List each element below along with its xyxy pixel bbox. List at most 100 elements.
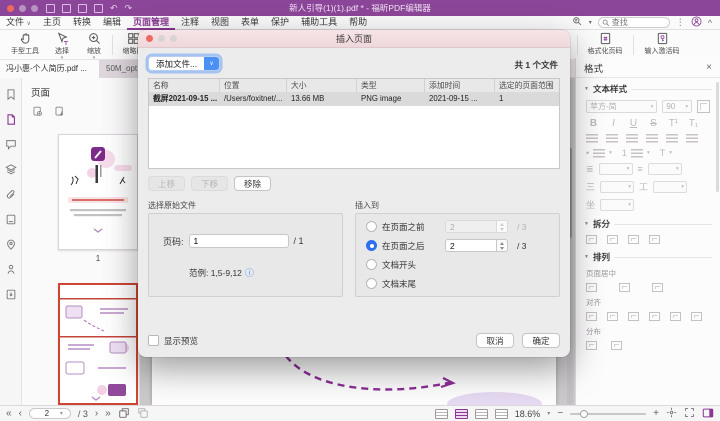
font-color-swatch[interactable] <box>697 100 710 113</box>
align-center-icon[interactable] <box>606 134 618 143</box>
add-file-dropdown-icon[interactable]: ∨ <box>204 57 219 70</box>
text-mark-caret-icon[interactable]: ▾ <box>669 150 672 156</box>
search-field[interactable] <box>598 17 670 28</box>
open-icon[interactable] <box>46 4 55 13</box>
menu-item-help[interactable]: 帮助 <box>343 16 373 30</box>
menu-item-edit[interactable]: 编辑 <box>97 16 127 30</box>
collapse-triangle-icon[interactable]: ▼ <box>584 221 589 227</box>
panel-scrollbar[interactable] <box>716 82 719 192</box>
collapse-toolbar-icon[interactable]: ^ <box>708 18 712 28</box>
more-options-icon[interactable]: ⋮ <box>676 17 685 28</box>
zoom-slider-knob[interactable] <box>580 410 588 418</box>
attachments-icon[interactable] <box>4 187 18 201</box>
previous-view-icon[interactable] <box>118 407 130 421</box>
menu-item-convert[interactable]: 转换 <box>67 16 97 30</box>
cancel-button[interactable]: 取消 <box>476 333 514 348</box>
source-page-input[interactable] <box>189 234 289 248</box>
current-page-input[interactable] <box>34 409 60 418</box>
print-icon[interactable] <box>78 4 87 13</box>
last-page-icon[interactable]: » <box>105 408 111 420</box>
indent-decrease-icon[interactable] <box>666 134 678 143</box>
zoom-caret-icon[interactable]: ▾ <box>547 410 550 417</box>
current-page-field[interactable]: ▾ <box>29 408 71 419</box>
save-icon[interactable] <box>62 4 71 13</box>
align-objects-vcenter-icon[interactable] <box>670 312 681 321</box>
distribute-horizontal-icon[interactable] <box>586 341 597 350</box>
align-objects-bottom-icon[interactable] <box>691 312 702 321</box>
align-objects-left-icon[interactable] <box>586 312 597 321</box>
split-rows-icon[interactable] <box>607 235 618 244</box>
space-before-input[interactable]: ▾ <box>600 181 634 193</box>
menu-item-page-management[interactable]: 页面管理 <box>127 16 175 30</box>
ok-button[interactable]: 确定 <box>522 333 560 348</box>
select-tool-button[interactable]: 选择 ▾ <box>48 32 76 60</box>
undo-icon[interactable]: ↶ <box>110 2 118 14</box>
font-family-select[interactable]: 苹方-简▾ <box>586 100 657 113</box>
line-spacing-input[interactable]: ▾ <box>599 163 633 175</box>
menu-item-file[interactable]: 文件 ∨ <box>0 16 37 30</box>
previous-page-icon[interactable]: ‹ <box>19 408 22 420</box>
column-header-name[interactable]: 名称 <box>149 79 220 92</box>
zoom-percentage[interactable]: 18.6% <box>515 409 541 419</box>
bold-button[interactable]: B <box>586 118 601 129</box>
dialog-close-button[interactable] <box>146 35 153 42</box>
underline-button[interactable]: U <box>626 118 641 129</box>
column-header-location[interactable]: 位置 <box>220 79 287 92</box>
radio-document-end[interactable] <box>366 278 377 289</box>
split-copy-icon[interactable] <box>628 235 639 244</box>
align-left-icon[interactable] <box>586 134 598 143</box>
align-right-icon[interactable] <box>626 134 638 143</box>
align-objects-top-icon[interactable] <box>649 312 660 321</box>
redo-icon[interactable]: ↷ <box>125 2 133 14</box>
column-header-added-time[interactable]: 添加时间 <box>425 79 495 92</box>
radio-before-page[interactable] <box>366 221 377 232</box>
baseline-offset-input[interactable]: ▾ <box>600 199 634 211</box>
subscript-button[interactable]: T₁ <box>686 118 701 129</box>
continuous-view-icon[interactable] <box>455 409 468 419</box>
move-down-button[interactable]: 下移 <box>191 176 228 191</box>
format-page-number-button[interactable]: 格式化页码 <box>582 32 628 56</box>
window-minimize-button[interactable] <box>19 5 26 12</box>
center-horizontal-icon[interactable] <box>586 283 597 292</box>
bookmarks-icon[interactable] <box>4 87 18 101</box>
align-justify-icon[interactable] <box>646 134 658 143</box>
collapse-triangle-icon[interactable]: ▼ <box>584 86 589 92</box>
show-preview-checkbox[interactable] <box>148 335 159 346</box>
panel-toggle-icon[interactable] <box>702 407 714 421</box>
menu-item-comment[interactable]: 注释 <box>175 16 205 30</box>
center-both-icon[interactable] <box>652 283 663 292</box>
page-thumbnail-2-selected[interactable] <box>58 283 138 405</box>
account-avatar-icon[interactable] <box>691 16 702 29</box>
remove-button[interactable]: 移除 <box>234 176 271 191</box>
layers-icon[interactable] <box>4 162 18 176</box>
page-settings-icon[interactable] <box>54 106 65 119</box>
font-size-select[interactable]: 90▾ <box>662 100 692 113</box>
window-close-button[interactable] <box>7 5 14 12</box>
move-up-button[interactable]: 上移 <box>148 176 185 191</box>
strikethrough-button[interactable]: S <box>646 118 661 129</box>
numbered-list-icon[interactable] <box>631 149 643 158</box>
fit-page-icon[interactable] <box>666 407 677 420</box>
menu-item-protect[interactable]: 保护 <box>265 16 295 30</box>
add-file-button[interactable]: 添加文件... ∨ <box>148 56 220 71</box>
column-header-size[interactable]: 大小 <box>287 79 357 92</box>
menu-item-accessibility[interactable]: 辅助工具 <box>295 16 343 30</box>
zoom-in-icon[interactable]: + <box>653 408 659 420</box>
close-icon[interactable]: × <box>706 62 712 73</box>
comments-icon[interactable] <box>4 137 18 151</box>
before-page-spinner[interactable] <box>445 220 508 233</box>
document-tab-resume[interactable]: 冯小惠-个人简历.pdf ... <box>0 60 100 78</box>
fields-icon[interactable] <box>4 212 18 226</box>
menu-item-home[interactable]: 主页 <box>37 16 67 30</box>
char-spacing-input[interactable]: ▾ <box>653 181 687 193</box>
merge-text-icon[interactable] <box>649 235 660 244</box>
column-header-type[interactable]: 类型 <box>357 79 425 92</box>
find-caret-icon[interactable]: ▾ <box>589 19 592 26</box>
menu-item-form[interactable]: 表单 <box>235 16 265 30</box>
menu-item-view[interactable]: 视图 <box>205 16 235 30</box>
split-text-icon[interactable] <box>586 235 597 244</box>
page-caret-icon[interactable]: ▾ <box>60 410 63 417</box>
destinations-icon[interactable] <box>4 237 18 251</box>
first-page-icon[interactable]: « <box>6 408 12 420</box>
facing-view-icon[interactable] <box>475 409 488 419</box>
